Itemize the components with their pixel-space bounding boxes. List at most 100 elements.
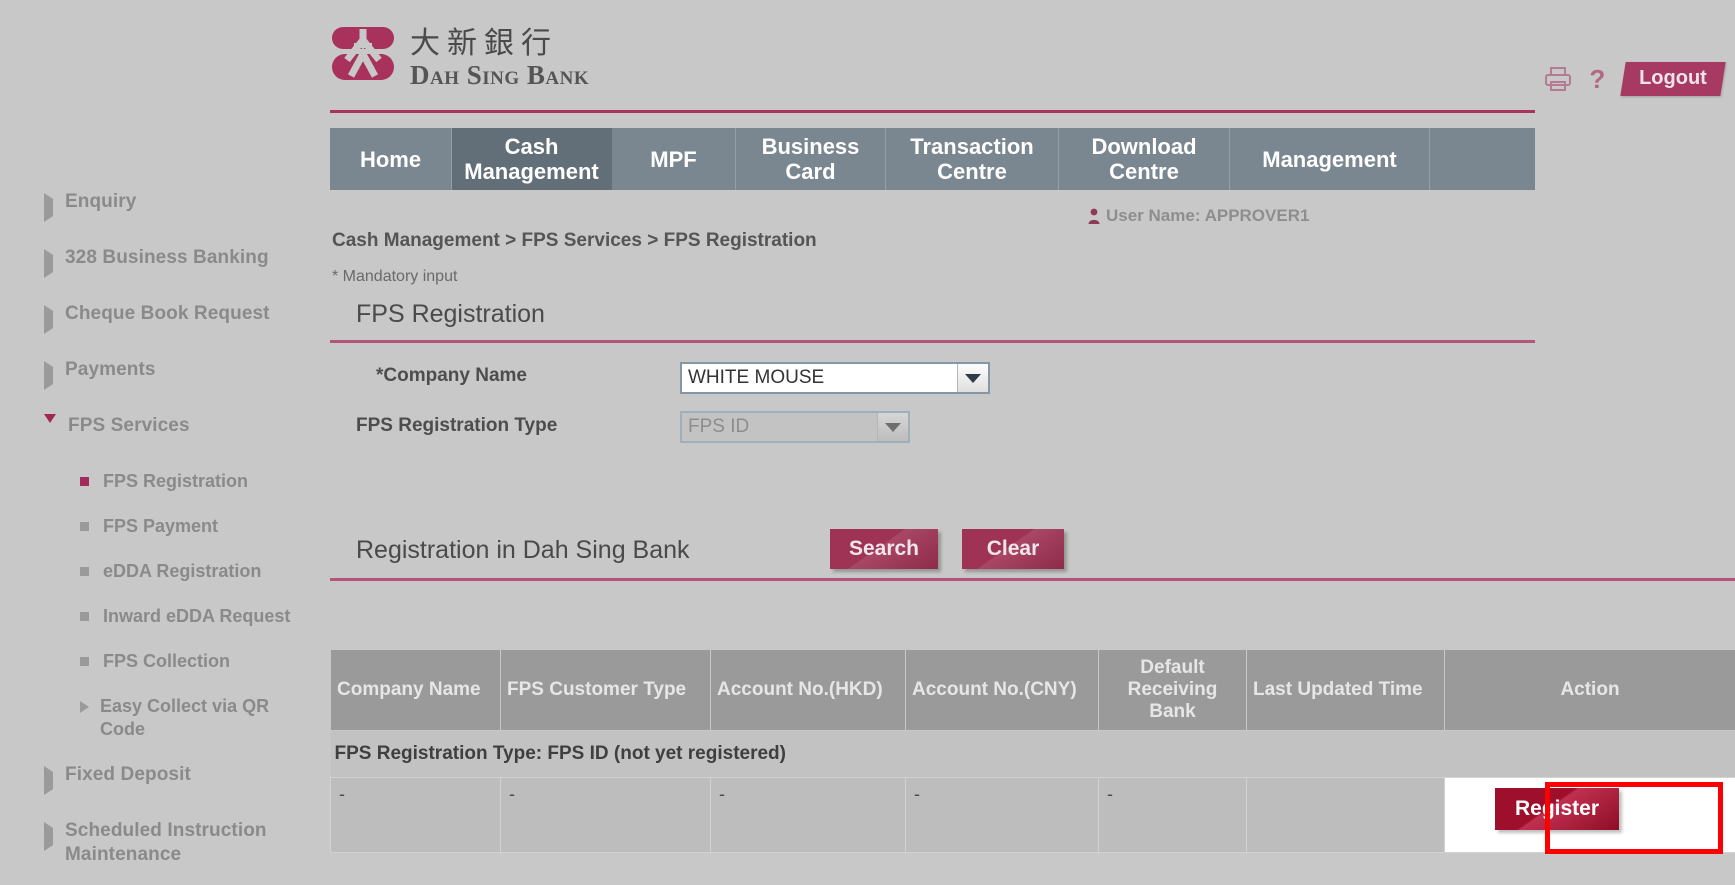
sidebar-item-fixed-deposit[interactable]: Fixed Deposit — [0, 763, 330, 795]
main-nav-tabs: Home Cash Management MPF Business Card Tra… — [330, 128, 1535, 190]
results-title: Registration in Dah Sing Bank — [356, 536, 690, 564]
tab-label: Download Centre — [1091, 134, 1197, 184]
column-header-account-no-cny: Account No.(CNY) — [905, 650, 1099, 731]
sidebar: Enquiry 328 Business Banking Cheque Book… — [0, 0, 330, 885]
logo-english-text: Dah Sing Bank — [410, 60, 590, 90]
company-name-select[interactable]: WHITE MOUSE — [680, 362, 990, 394]
chevron-right-icon — [44, 361, 53, 390]
main-panel: 大新銀行 Dah Sing Bank ? Logout Home Cash Man… — [330, 0, 1735, 885]
sidebar-item-inward-edda-request[interactable]: Inward eDDA Request — [0, 605, 330, 628]
mandatory-input-note: * Mandatory input — [332, 268, 458, 285]
column-header-account-no-hkd: Account No.(HKD) — [710, 650, 906, 731]
table-subheader-row: FPS Registration Type: FPS ID (not yet r… — [330, 730, 1735, 778]
sidebar-item-scheduled-instruction-maintenance[interactable]: Scheduled Instruction Maintenance — [0, 819, 330, 867]
sidebar-subitem-label: FPS Payment — [103, 516, 219, 536]
column-header-action: Action — [1444, 650, 1735, 731]
header-divider — [330, 110, 1535, 113]
company-name-label: *Company Name — [376, 365, 527, 386]
tab-transaction-centre[interactable]: Transaction Centre — [886, 128, 1059, 190]
logo-svg — [332, 27, 394, 80]
sidebar-subitem-label: eDDA Registration — [103, 561, 262, 581]
cell-last-updated-time — [1246, 777, 1445, 853]
tab-label: Management — [1262, 146, 1397, 172]
register-button-label: Register — [1514, 797, 1600, 820]
sidebar-item-edda-registration[interactable]: eDDA Registration — [0, 560, 330, 583]
sidebar-subitem-label: Easy Collect via QR Code — [100, 696, 270, 739]
sidebar-item-payments[interactable]: Payments — [0, 358, 330, 390]
registration-table: Company Name FPS Customer Type Account N… — [330, 650, 1735, 853]
clear-button-label: Clear — [986, 537, 1040, 560]
sidebar-subitem-label: FPS Collection — [103, 651, 231, 671]
sidebar-item-label: FPS Services — [68, 415, 190, 436]
column-header-fps-customer-type: FPS Customer Type — [500, 650, 711, 731]
logout-button[interactable]: Logout — [1620, 62, 1726, 96]
tab-mpf[interactable]: MPF — [612, 128, 736, 190]
sidebar-subitem-label: FPS Registration — [103, 471, 249, 491]
dah-sing-logo-mark — [332, 26, 394, 84]
sidebar-item-fps-registration[interactable]: FPS Registration — [0, 470, 330, 493]
sidebar-subitem-label: Inward eDDA Request — [103, 606, 291, 626]
logo-chinese-text: 大新銀行 — [410, 26, 558, 61]
column-header-last-updated-time: Last Updated Time — [1246, 650, 1445, 731]
table-header-row: Company Name FPS Customer Type Account N… — [330, 650, 1735, 731]
clear-button[interactable]: Clear — [962, 529, 1064, 569]
tab-label: Cash Management — [464, 134, 599, 184]
tab-bar-filler — [1430, 128, 1535, 190]
person-icon — [1088, 208, 1100, 224]
chevron-down-icon[interactable] — [957, 364, 988, 392]
tab-management[interactable]: Management — [1230, 128, 1430, 190]
bullet-square-icon — [80, 612, 89, 621]
bullet-square-icon — [80, 657, 89, 666]
column-header-default-receiving-bank: Default Receiving Bank — [1098, 650, 1247, 731]
chevron-down-icon[interactable] — [877, 413, 908, 441]
tab-business-card[interactable]: Business Card — [736, 128, 886, 190]
registration-type-value: FPS ID — [688, 416, 750, 437]
tab-cash-management[interactable]: Cash Management — [452, 128, 612, 190]
tab-home[interactable]: Home — [330, 128, 452, 190]
tab-label: Business Card — [761, 134, 860, 184]
tab-label: MPF — [650, 146, 697, 172]
cell-account-no-cny: - — [905, 777, 1099, 853]
bullet-square-icon — [80, 567, 89, 576]
registration-type-select[interactable]: FPS ID — [680, 411, 910, 443]
bullet-square-icon — [80, 522, 89, 531]
tab-label: Transaction Centre — [910, 134, 1034, 184]
bank-logo: 大新銀行 Dah Sing Bank — [332, 26, 589, 90]
search-button[interactable]: Search — [830, 529, 938, 569]
chevron-right-icon — [80, 701, 89, 713]
chevron-right-icon — [44, 193, 53, 222]
column-header-company-name: Company Name — [330, 650, 501, 731]
sidebar-item-label: 328 Business Banking — [65, 247, 269, 268]
page-title: FPS Registration — [356, 300, 545, 328]
print-icon[interactable] — [1545, 67, 1572, 91]
sidebar-item-cheque-book-request[interactable]: Cheque Book Request — [0, 302, 330, 334]
help-icon[interactable]: ? — [1589, 66, 1605, 92]
bullet-square-icon — [80, 477, 89, 486]
sidebar-item-enquiry[interactable]: Enquiry — [0, 190, 330, 222]
sidebar-item-328-business-banking[interactable]: 328 Business Banking — [0, 246, 330, 278]
sidebar-item-label: Cheque Book Request — [65, 303, 270, 324]
user-name-text: User Name: APPROVER1 — [1106, 206, 1310, 225]
cell-company-name: - — [330, 777, 501, 853]
user-name-display: User Name: APPROVER1 — [1088, 206, 1309, 226]
section-divider — [330, 340, 1535, 343]
breadcrumb: Cash Management > FPS Services > FPS Reg… — [332, 230, 817, 251]
chevron-right-icon — [44, 305, 53, 334]
results-divider — [330, 578, 1735, 581]
table-row: - - - - - Register — [330, 777, 1735, 853]
chevron-right-icon — [44, 766, 53, 795]
sidebar-item-fps-payment[interactable]: FPS Payment — [0, 515, 330, 538]
cell-account-no-hkd: - — [710, 777, 906, 853]
table-subheader-text: FPS Registration Type: FPS ID (not yet r… — [330, 730, 1735, 778]
register-button[interactable]: Register — [1495, 788, 1619, 830]
chevron-right-icon — [44, 249, 53, 278]
page-header: 大新銀行 Dah Sing Bank ? Logout — [330, 0, 1735, 113]
sidebar-item-fps-collection[interactable]: FPS Collection — [0, 650, 330, 673]
chevron-down-icon — [44, 414, 56, 444]
sidebar-item-easy-collect-via-qr-code[interactable]: Easy Collect via QR Code — [0, 695, 330, 741]
search-button-label: Search — [848, 537, 920, 560]
sidebar-item-label: Payments — [65, 359, 156, 380]
tab-download-centre[interactable]: Download Centre — [1059, 128, 1230, 190]
chevron-right-icon — [44, 822, 53, 851]
sidebar-item-fps-services[interactable]: FPS Services — [0, 414, 330, 444]
